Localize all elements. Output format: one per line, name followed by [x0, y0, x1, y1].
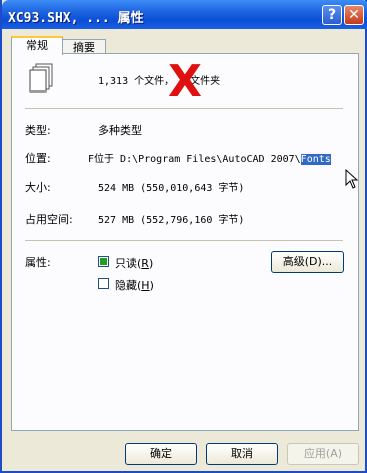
- size-on-disk-label: 占用空间:: [25, 213, 73, 226]
- close-button[interactable]: ✕: [344, 5, 364, 25]
- help-button[interactable]: ?: [322, 5, 342, 25]
- properties-window: XC93.SHX, ... 属性 ? ✕ 常规 摘要 1,313 个文件， 个文…: [0, 0, 367, 473]
- hidden-checkbox[interactable]: [98, 278, 109, 289]
- hidden-label[interactable]: 隐藏(H): [115, 277, 154, 293]
- size-on-disk-value: 527 MB (552,796,160 字节): [98, 215, 245, 226]
- readonly-checkbox[interactable]: [98, 256, 109, 267]
- type-value: 多种类型: [98, 124, 142, 137]
- location-path: 位于 D:\Program Files\AutoCAD 2007\: [94, 154, 301, 165]
- red-x-mark: X: [168, 56, 202, 107]
- attributes-label: 属性:: [25, 256, 51, 269]
- cancel-button[interactable]: 取消: [206, 443, 278, 465]
- readonly-label[interactable]: 只读(R): [115, 255, 153, 271]
- location-label: 位置:: [25, 152, 51, 165]
- multiple-files-icon: [29, 63, 53, 93]
- location-value[interactable]: F位于 D:\Program Files\AutoCAD 2007\Fonts: [88, 150, 331, 165]
- location-selected: Fonts: [300, 154, 331, 165]
- tab-general[interactable]: 常规: [11, 36, 63, 55]
- tab-panel-general: [11, 53, 359, 431]
- mouse-cursor-icon: [345, 169, 359, 189]
- divider: [25, 108, 343, 109]
- title-bar[interactable]: XC93.SHX, ... 属性 ? ✕: [2, 0, 367, 29]
- apply-button: 应用(A): [287, 443, 359, 465]
- advanced-button[interactable]: 高级(D)...: [271, 251, 344, 273]
- ok-button[interactable]: 确定: [125, 443, 197, 465]
- size-label: 大小:: [25, 181, 51, 194]
- type-label: 类型:: [25, 124, 51, 137]
- divider: [25, 240, 343, 241]
- size-value: 524 MB (550,010,643 字节): [98, 183, 245, 194]
- window-title: XC93.SHX, ... 属性: [8, 11, 144, 26]
